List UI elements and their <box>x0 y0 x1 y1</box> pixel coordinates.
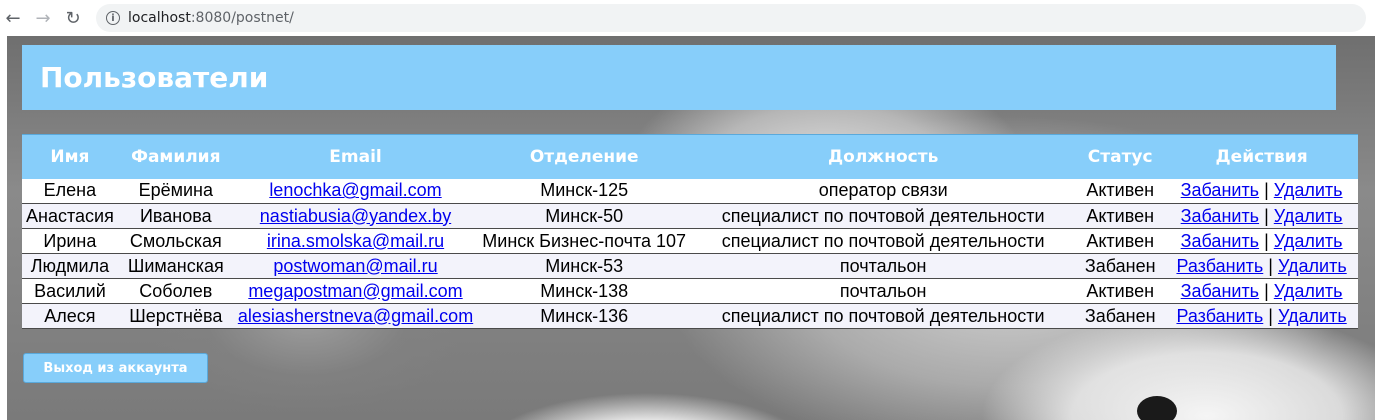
cell-department: Минск-53 <box>545 255 624 276</box>
cell-actions: Разбанить | Удалить <box>1165 254 1358 279</box>
cell-position: почтальон <box>839 255 927 276</box>
cell-status: Активен <box>1086 230 1155 251</box>
email-link[interactable]: nastiabusia@yandex.by <box>260 206 451 226</box>
users-table-container: Имя Фамилия Email Отделение Должность Ст… <box>22 134 1358 329</box>
cell-department: Минск-136 <box>540 305 629 326</box>
cell-email: alesiasherstneva@gmail.com <box>234 304 477 329</box>
cell-first-name: Василий <box>34 280 106 301</box>
cell-position: специалист по почтовой деятельности <box>721 230 1045 251</box>
cell-email: postwoman@mail.ru <box>234 254 477 279</box>
ban-link[interactable]: Забанить <box>1181 231 1259 251</box>
cell-status: Забанен <box>1084 255 1156 276</box>
cell-last-name: Шерстнёва <box>129 305 223 326</box>
cell-last-name: Соболев <box>139 280 213 301</box>
action-separator: | <box>1264 205 1269 226</box>
cell-position: почтальон <box>839 280 927 301</box>
cell-position: специалист по почтовой деятельности <box>721 205 1045 226</box>
table-row: Алеся Шерстнёва alesiasherstneva@gmail.c… <box>22 303 1358 329</box>
cell-status: Активен <box>1086 280 1155 301</box>
cell-department: Минск-125 <box>540 180 629 201</box>
ban-link[interactable]: Забанить <box>1181 206 1259 226</box>
url-host: localhost <box>128 10 191 26</box>
background-decoration <box>1137 396 1177 420</box>
cell-email: nastiabusia@yandex.by <box>234 204 477 229</box>
url-path: :8080/postnet/ <box>190 10 294 26</box>
ban-link[interactable]: Забанить <box>1181 281 1259 301</box>
cell-actions: Забанить | Удалить <box>1165 279 1358 304</box>
cell-last-name: Шиманская <box>127 255 224 276</box>
action-separator: | <box>1264 280 1269 301</box>
url-text[interactable]: localhost:8080/postnet/ <box>128 10 294 26</box>
cell-first-name: Анастасия <box>26 205 114 226</box>
table-row: Людмила Шиманская postwoman@mail.ru Минс… <box>22 253 1358 279</box>
address-bar[interactable]: i localhost:8080/postnet/ <box>96 4 1366 32</box>
logout-button[interactable]: Выход из аккаунта <box>23 353 208 383</box>
cell-first-name: Ирина <box>43 230 97 251</box>
table-row: Анастасия Иванова nastiabusia@yandex.by … <box>22 203 1358 229</box>
cell-actions: Забанить | Удалить <box>1165 179 1358 204</box>
cell-email: irina.smolska@mail.ru <box>234 229 477 254</box>
cell-first-name: Елена <box>43 180 97 201</box>
reload-icon[interactable]: ↻ <box>60 5 86 31</box>
table-row: Ирина Смольская irina.smolska@mail.ru Ми… <box>22 228 1358 254</box>
cell-actions: Забанить | Удалить <box>1165 229 1358 254</box>
delete-link[interactable]: Удалить <box>1274 180 1343 200</box>
action-separator: | <box>1264 230 1269 251</box>
cell-status: Активен <box>1086 180 1155 201</box>
column-header-email: Email <box>233 134 478 179</box>
cell-position: оператор связи <box>818 180 948 201</box>
table-row: Василий Соболев megapostman@gmail.com Ми… <box>22 278 1358 304</box>
email-link[interactable]: megapostman@gmail.com <box>248 281 462 301</box>
table-row: Елена Ерёмина lenochka@gmail.com Минск-1… <box>22 178 1358 204</box>
delete-link[interactable]: Удалить <box>1274 231 1343 251</box>
column-header-status: Статус <box>1075 134 1166 179</box>
delete-link[interactable]: Удалить <box>1274 281 1343 301</box>
info-icon[interactable]: i <box>106 11 120 25</box>
cell-last-name: Смольская <box>129 230 222 251</box>
action-separator: | <box>1268 255 1273 276</box>
cell-status: Активен <box>1086 205 1155 226</box>
back-arrow-icon[interactable]: ← <box>0 5 26 31</box>
ban-link[interactable]: Забанить <box>1181 180 1259 200</box>
page-header: Пользователи <box>22 45 1336 110</box>
cell-status: Забанен <box>1084 305 1156 326</box>
action-separator: | <box>1268 305 1273 326</box>
column-header-actions: Действия <box>1165 134 1358 179</box>
cell-first-name: Алеся <box>44 305 96 326</box>
email-link[interactable]: postwoman@mail.ru <box>273 256 437 276</box>
email-link[interactable]: alesiasherstneva@gmail.com <box>238 306 473 326</box>
cell-last-name: Ерёмина <box>138 180 214 201</box>
action-separator: | <box>1264 180 1269 201</box>
email-link[interactable]: irina.smolska@mail.ru <box>267 231 444 251</box>
browser-toolbar: ← → ↻ i localhost:8080/postnet/ <box>0 0 1375 36</box>
column-header-department: Отделение <box>477 134 692 179</box>
cell-first-name: Людмила <box>30 255 110 276</box>
column-header-position: Должность <box>691 134 1076 179</box>
unban-link[interactable]: Разбанить <box>1176 306 1263 326</box>
cell-email: lenochka@gmail.com <box>234 179 477 204</box>
forward-arrow-icon[interactable]: → <box>30 5 56 31</box>
column-header-first-name: Имя <box>22 134 118 179</box>
table-header-row: Имя Фамилия Email Отделение Должность Ст… <box>22 134 1358 179</box>
cell-actions: Разбанить | Удалить <box>1165 304 1358 329</box>
cell-actions: Забанить | Удалить <box>1165 204 1358 229</box>
page-content: Пользователи Имя Фамилия Email Отделение… <box>7 36 1375 420</box>
delete-link[interactable]: Удалить <box>1278 256 1347 276</box>
users-table: Имя Фамилия Email Отделение Должность Ст… <box>22 134 1358 329</box>
delete-link[interactable]: Удалить <box>1278 306 1347 326</box>
cell-department: Минск Бизнес-почта 107 <box>482 230 687 251</box>
cell-email: megapostman@gmail.com <box>234 279 477 304</box>
cell-department: Минск-138 <box>540 280 629 301</box>
email-link[interactable]: lenochka@gmail.com <box>269 180 441 200</box>
delete-link[interactable]: Удалить <box>1274 206 1343 226</box>
page-title: Пользователи <box>40 61 269 94</box>
column-header-last-name: Фамилия <box>117 134 234 179</box>
cell-position: специалист по почтовой деятельности <box>721 305 1045 326</box>
cell-department: Минск-50 <box>545 205 624 226</box>
unban-link[interactable]: Разбанить <box>1176 256 1263 276</box>
cell-last-name: Иванова <box>139 205 212 226</box>
